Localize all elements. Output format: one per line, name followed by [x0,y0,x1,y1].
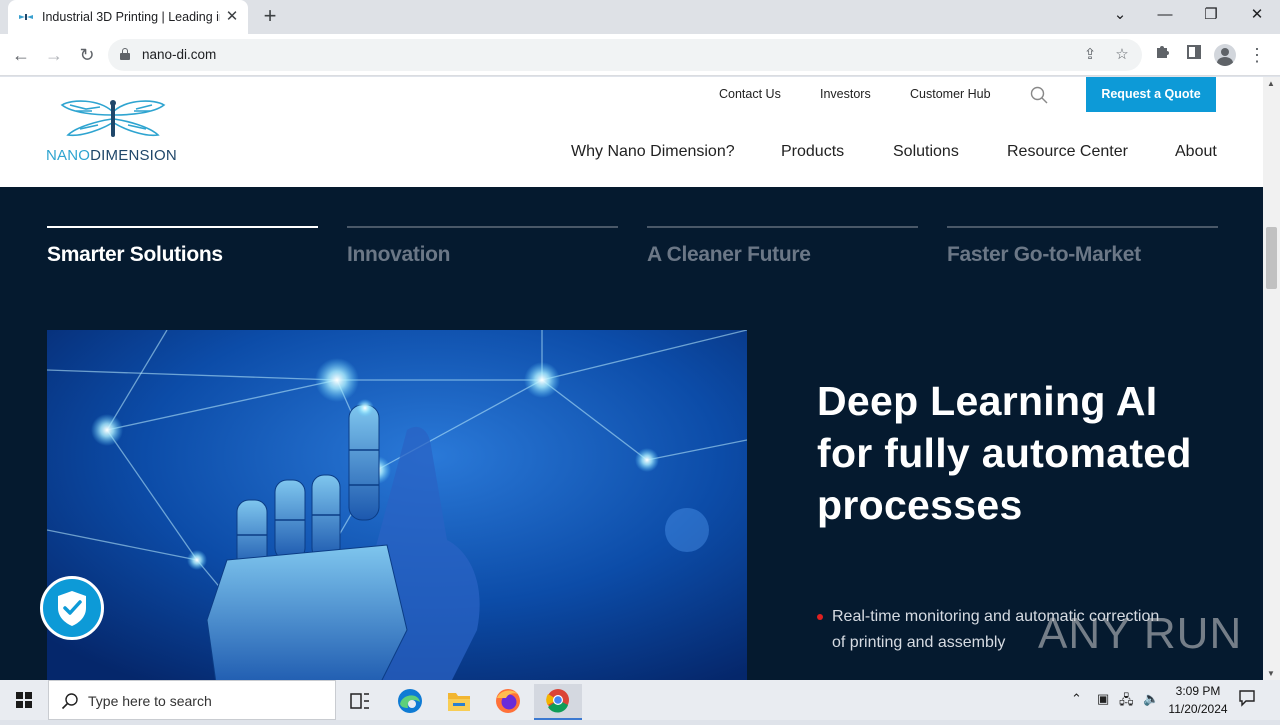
nano-dimension-logo[interactable]: NANODIMENSION [46,99,196,165]
nav-why-nano-dimension[interactable]: Why Nano Dimension? [571,143,735,161]
search-icon[interactable] [1030,86,1048,104]
anyrun-watermark: ANY RUN [1038,609,1243,658]
hero-tab-indicator-cleaner-future [647,226,918,228]
start-button[interactable] [0,680,48,720]
browser-tab-strip: Industrial 3D Printing | Leading in ✕ + … [0,0,1280,34]
chrome-icon[interactable] [534,684,582,720]
extensions-puzzle-icon[interactable] [1151,44,1173,66]
lock-icon[interactable] [120,48,130,60]
side-panel-icon[interactable] [1183,44,1205,66]
logo-wordmark: NANODIMENSION [46,147,177,164]
forward-icon[interactable]: → [41,42,67,68]
profile-avatar-icon[interactable] [1214,44,1236,66]
nav-customer-hub[interactable]: Customer Hub [910,87,991,101]
address-bar[interactable]: nano-di.com ⇪ ☆ [108,39,1142,71]
tab-close-icon[interactable]: ✕ [224,9,240,25]
taskbar-search-icon [61,693,78,710]
taskbar-clock-time[interactable]: 3:09 PM [1164,684,1232,698]
hero-tab-innovation[interactable]: Innovation [347,243,450,267]
restore-button[interactable]: ❐ [1191,0,1231,30]
bullet-dot-icon [817,614,823,620]
taskbar-search-box[interactable]: Type here to search [48,680,336,720]
hero-tab-faster-go-to-market[interactable]: Faster Go-to-Market [947,243,1141,267]
windows-taskbar: Type here to search ⌃ ▣ 🖧 🔈 3:09 PM 11/2… [0,680,1280,720]
tray-volume-icon[interactable]: 🔈 [1143,691,1159,707]
tab-search-dropdown-icon[interactable]: ⌄ [1100,0,1140,30]
file-explorer-icon[interactable] [435,684,483,720]
security-shield-badge-icon[interactable] [40,576,104,640]
tray-chevron-up-icon[interactable]: ⌃ [1071,691,1082,707]
hero-tab-indicator-innovation [347,226,618,228]
bookmark-star-icon[interactable]: ☆ [1112,45,1132,65]
tray-device-icon[interactable]: ▣ [1097,691,1109,707]
notification-center-icon[interactable] [1238,689,1256,710]
tab-title: Industrial 3D Printing | Leading in [42,10,220,24]
hero-headline: Deep Learning AI for fully automated pro… [817,378,1192,528]
hero-image-robot-hand [47,330,747,680]
taskbar-clock-date[interactable]: 11/20/2024 [1164,702,1232,716]
nav-solutions[interactable]: Solutions [893,143,959,161]
hero-tab-cleaner-future[interactable]: A Cleaner Future [647,243,811,267]
nav-contact-us[interactable]: Contact Us [719,87,781,101]
reload-icon[interactable]: ↻ [74,42,100,68]
scroll-down-arrow-icon[interactable]: ▼ [1267,669,1275,678]
back-icon[interactable]: ← [8,42,34,68]
hero-tab-smarter-solutions[interactable]: Smarter Solutions [47,243,223,267]
nav-resource-center[interactable]: Resource Center [1007,143,1128,161]
close-window-button[interactable]: ✕ [1237,0,1277,30]
nav-about[interactable]: About [1175,143,1217,161]
scroll-up-arrow-icon[interactable]: ▲ [1267,79,1275,88]
site-header: NANODIMENSION Contact Us Investors Custo… [0,77,1263,187]
url-text[interactable]: nano-di.com [142,47,216,62]
dragonfly-logo-icon [60,100,166,137]
tray-network-icon[interactable]: 🖧 [1119,691,1134,713]
task-view-icon[interactable] [336,684,384,720]
browser-toolbar: ← → ↻ nano-di.com ⇪ ☆ ⋮ [0,34,1280,76]
nav-investors[interactable]: Investors [820,87,871,101]
hero-tab-indicator-faster-go-to-market [947,226,1218,228]
request-quote-button[interactable]: Request a Quote [1086,77,1216,112]
share-icon[interactable]: ⇪ [1080,45,1100,65]
page-viewport: NANODIMENSION Contact Us Investors Custo… [0,77,1280,680]
edge-browser-icon[interactable] [386,684,434,720]
page-scrollbar[interactable]: ▲ ▼ [1263,77,1280,680]
minimize-button[interactable]: — [1145,0,1185,30]
browser-tab[interactable]: Industrial 3D Printing | Leading in ✕ [8,0,248,34]
windows-logo-icon [16,692,32,708]
site-favicon-icon [18,9,34,25]
new-tab-button[interactable]: + [258,5,282,29]
scrollbar-thumb[interactable] [1266,227,1277,289]
hero-tab-indicator-smarter-solutions [47,226,318,228]
menu-kebab-icon[interactable]: ⋮ [1246,44,1268,66]
taskbar-search-placeholder: Type here to search [88,693,212,709]
firefox-icon[interactable] [484,684,532,720]
nav-products[interactable]: Products [781,143,844,161]
